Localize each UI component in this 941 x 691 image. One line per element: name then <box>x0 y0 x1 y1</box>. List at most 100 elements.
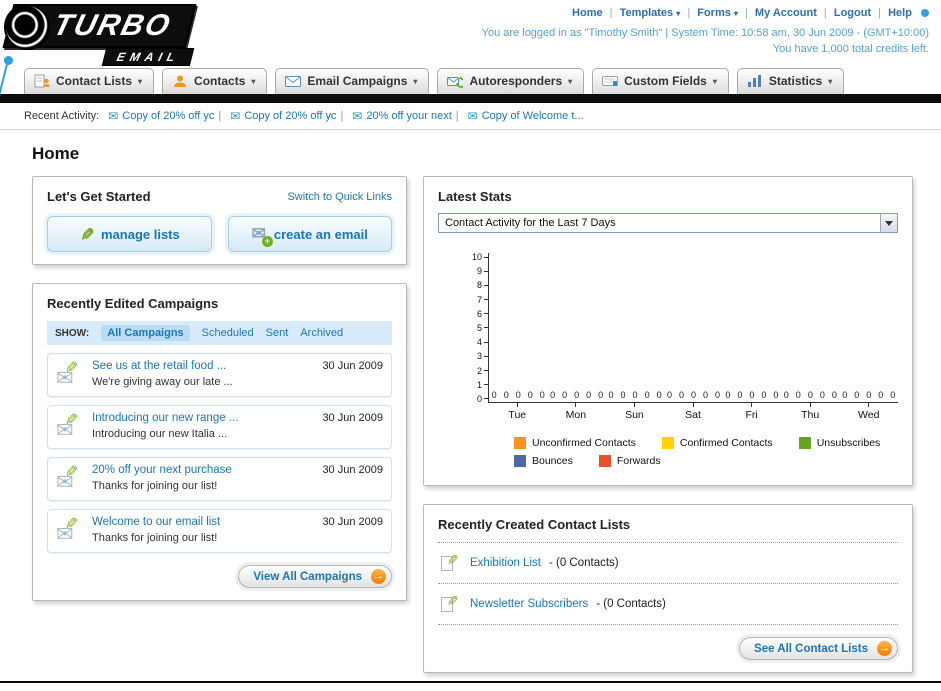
campaign-subtitle: Thanks for joining our list! <box>92 532 218 544</box>
campaign-subtitle: Thanks for joining our list! <box>92 480 218 492</box>
y-axis-tick: 0 <box>466 393 488 404</box>
get-started-panel: Let's Get Started Switch to Quick Links … <box>32 176 407 265</box>
x-axis-cell: Fri <box>722 403 781 421</box>
nav-tab-statistics[interactable]: Statistics ▾ <box>736 68 845 94</box>
email-campaigns-icon <box>285 74 302 88</box>
campaigns-filter-bar: SHOW: All Campaigns Scheduled Sent Archi… <box>47 321 392 345</box>
campaign-title-link[interactable]: Introducing our new range ... <box>92 412 314 424</box>
bar-value-label: 0 <box>737 390 743 400</box>
separator: | <box>340 110 344 122</box>
contact-list-row: ✎ Exhibition List - (0 Contacts) <box>438 543 898 584</box>
separator: | <box>745 7 748 19</box>
legend-item: Bounces <box>514 455 573 467</box>
y-axis-tick: 10 <box>466 252 488 262</box>
recent-activity-link[interactable]: 20% off your next <box>366 110 451 122</box>
y-tick-label: 7 <box>476 294 482 305</box>
recent-activity-link[interactable]: Copy of Welcome t... <box>482 110 584 122</box>
caret-down-icon: ▾ <box>828 76 833 86</box>
bar-value-label: 0 <box>656 390 662 400</box>
recent-activity-label: Recent Activity: <box>24 110 100 122</box>
contact-list-row: ✎ Newsletter Subscribers - (0 Contacts) <box>438 584 898 625</box>
campaign-title-link[interactable]: 20% off your next purchase <box>92 464 314 476</box>
separator: | <box>455 110 459 122</box>
y-tick-label: 1 <box>476 379 482 390</box>
campaign-row: ✉ ✎ 20% off your next purchase Thanks for… <box>47 457 392 501</box>
header-link-templates[interactable]: Templates ▾ <box>620 7 681 19</box>
y-tick-label: 10 <box>471 252 482 262</box>
bar-value-label: 0 <box>783 390 789 400</box>
login-info: You are logged in as "Timothy Smith" | S… <box>481 27 929 39</box>
bar-value-label: 0 <box>890 390 896 400</box>
bar-value-label: 0 <box>608 390 614 400</box>
dropdown-arrow-icon <box>880 214 897 232</box>
contact-lists-icon <box>34 74 50 88</box>
contact-count: - (0 Contacts) <box>548 557 619 569</box>
filter-tab-sent[interactable]: Sent <box>266 327 289 339</box>
header: TURBO EMAIL Home | Templates ▾ | Forms ▾… <box>0 0 941 107</box>
nav-tab-custom-fields[interactable]: Custom Fields ▾ <box>592 68 729 94</box>
bar-value-label: 0 <box>831 390 837 400</box>
filter-tab-scheduled[interactable]: Scheduled <box>202 327 254 339</box>
legend-label: Bounces <box>532 455 573 467</box>
legend-item: Unsubscribes <box>798 437 880 449</box>
page-title: Home <box>32 144 80 163</box>
nav-tab-email-campaigns[interactable]: Email Campaigns ▾ <box>275 68 430 94</box>
bar-value-label: 0 <box>644 390 650 400</box>
create-email-button[interactable]: ✉ + create an email <box>227 216 392 252</box>
header-link-forms[interactable]: Forms ▾ <box>697 7 738 19</box>
filter-tab-archived[interactable]: Archived <box>300 327 343 339</box>
header-link-help[interactable]: Help <box>888 7 912 19</box>
stats-period-select[interactable]: Contact Activity for the Last 7 Days <box>438 213 898 233</box>
button-label: manage lists <box>100 226 180 242</box>
chart-x-axis: Tue Mon Sun Sat Fri Thu Wed <box>488 403 898 421</box>
header-link-home[interactable]: Home <box>572 7 603 19</box>
campaign-row: ✉ ✎ See us at the retail food ... We're g… <box>47 353 392 397</box>
nav-divider-bar <box>0 94 941 103</box>
contact-list-link[interactable]: Exhibition List <box>470 557 541 569</box>
y-tick-label: 5 <box>476 322 482 333</box>
x-axis-label: Fri <box>745 409 758 421</box>
view-all-campaigns-button[interactable]: View All Campaigns → <box>238 565 392 588</box>
custom-fields-icon <box>602 74 619 88</box>
manage-lists-button[interactable]: ✎ manage lists <box>47 216 212 252</box>
envelope-icon: ✉ <box>352 109 363 123</box>
bar-value-label: 0 <box>632 390 638 400</box>
header-link-logout[interactable]: Logout <box>834 7 871 19</box>
campaign-subtitle: We're giving away our late ... <box>92 376 233 388</box>
legend-item: Confirmed Contacts <box>661 437 773 449</box>
recent-activity-item: ✉ Copy of Welcome t... <box>468 109 584 123</box>
x-axis-label: Sun <box>625 409 644 421</box>
x-tick-mark <box>868 403 870 407</box>
filter-tab-all-campaigns[interactable]: All Campaigns <box>101 325 190 341</box>
campaign-title-link[interactable]: See us at the retail food ... <box>92 360 314 372</box>
select-value: Contact Activity for the Last 7 Days <box>445 217 616 229</box>
header-link-my-account[interactable]: My Account <box>755 7 817 19</box>
speedometer-icon <box>4 4 50 50</box>
caret-down-icon: ▾ <box>676 9 681 18</box>
bar-value-label: 0 <box>678 390 684 400</box>
recently-edited-campaigns-panel: Recently Edited Campaigns SHOW: All Camp… <box>32 283 407 601</box>
caret-down-icon: ▾ <box>413 76 418 86</box>
autoresponders-icon <box>447 74 464 88</box>
legend-color-swatch <box>514 437 526 449</box>
nav-tab-autoresponders[interactable]: Autoresponders ▾ <box>437 68 585 94</box>
recent-activity-link[interactable]: Copy of 20% off yc <box>122 110 214 122</box>
x-axis-cell: Tue <box>488 403 547 421</box>
bar-value-label: 0 <box>666 390 672 400</box>
nav-tab-contacts[interactable]: Contacts ▾ <box>162 68 268 94</box>
x-axis-label: Sat <box>685 409 701 421</box>
switch-to-quick-links[interactable]: Switch to Quick Links <box>287 191 392 203</box>
recent-activity-link[interactable]: Copy of 20% off yc <box>244 110 336 122</box>
caret-down-icon: ▾ <box>568 76 573 86</box>
bar-value-label: 0 <box>690 390 696 400</box>
campaign-date: 30 Jun 2009 <box>322 412 383 424</box>
main-navigation: Contact Lists ▾ Contacts ▾ Email Campaig… <box>0 64 941 94</box>
show-label: SHOW: <box>55 327 90 339</box>
campaign-date: 30 Jun 2009 <box>322 464 383 476</box>
y-tick-label: 0 <box>476 393 482 404</box>
nav-tab-contact-lists[interactable]: Contact Lists ▾ <box>24 68 155 94</box>
contact-activity-chart: 10 9 8 7 6 5 4 3 2 1 0 000000000000000000000000000… <box>466 252 898 467</box>
see-all-contact-lists-button[interactable]: See All Contact Lists → <box>739 637 898 660</box>
contact-list-link[interactable]: Newsletter Subscribers <box>470 598 588 610</box>
campaign-title-link[interactable]: Welcome to our email list <box>92 516 314 528</box>
